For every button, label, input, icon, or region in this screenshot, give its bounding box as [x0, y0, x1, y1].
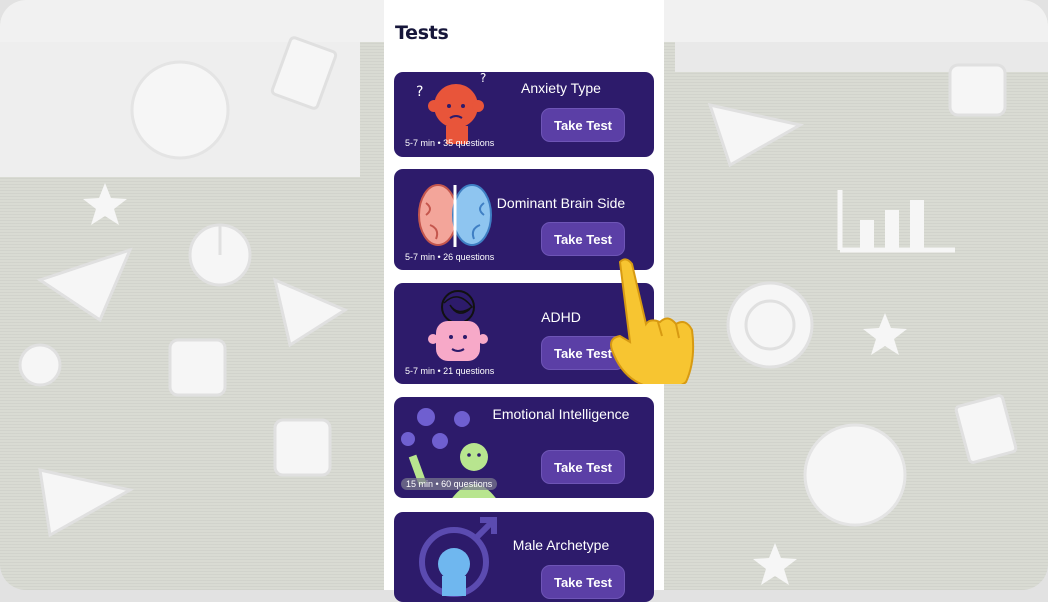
test-title: Anxiety Type — [521, 80, 601, 96]
test-title: Emotional Intelligence — [492, 406, 630, 422]
pie-doodle-icon — [185, 220, 255, 290]
target-doodle-icon — [720, 275, 820, 375]
take-test-button[interactable]: Take Test — [541, 222, 625, 256]
test-card-male-archetype[interactable]: Male Archetype Take Test — [394, 512, 654, 602]
flag-doodle-icon — [30, 240, 140, 330]
test-card-anxiety-type[interactable]: ? ? Anxiety Type Take Test 5-7 min • 35 … — [394, 72, 654, 157]
brain-icon — [418, 181, 492, 255]
test-meta: 15 min • 60 questions — [401, 478, 498, 490]
test-meta: 5-7 min • 21 questions — [405, 366, 495, 376]
brain-doodle-icon — [790, 420, 920, 530]
male-symbol-icon — [414, 514, 504, 602]
puzzle-doodle-icon — [160, 330, 240, 410]
star-doodle-icon — [750, 540, 800, 590]
test-title: Dominant Brain Side — [496, 195, 626, 211]
svg-text:?: ? — [416, 84, 423, 100]
test-card-emotional-intelligence[interactable]: Emotional Intelligence Take Test 15 min … — [394, 397, 654, 498]
flag-doodle-icon — [700, 95, 810, 175]
brain-doodle-icon — [120, 55, 240, 165]
take-test-button[interactable]: Take Test — [541, 565, 625, 599]
test-title: Male Archetype — [512, 537, 610, 553]
document-doodle-icon — [270, 35, 340, 115]
test-meta: 5-7 min • 35 questions — [405, 138, 495, 148]
document-doodle-icon — [950, 390, 1030, 470]
paper-plane-doodle-icon — [270, 270, 350, 350]
take-test-button[interactable]: Take Test — [541, 108, 625, 142]
puzzle-doodle-icon — [265, 410, 345, 490]
take-test-button[interactable]: Take Test — [541, 450, 625, 484]
test-meta: 5-7 min • 26 questions — [405, 252, 495, 262]
star-doodle-icon — [860, 310, 910, 360]
star-doodle-icon — [80, 180, 130, 230]
puzzle-doodle-icon — [940, 55, 1020, 125]
messy-thoughts-icon — [420, 287, 500, 371]
pointing-hand-icon — [598, 254, 708, 389]
flag-doodle-icon — [30, 450, 140, 540]
medal-doodle-icon — [15, 340, 65, 390]
chart-doodle-icon — [830, 180, 960, 260]
page-title: Tests — [395, 22, 449, 44]
